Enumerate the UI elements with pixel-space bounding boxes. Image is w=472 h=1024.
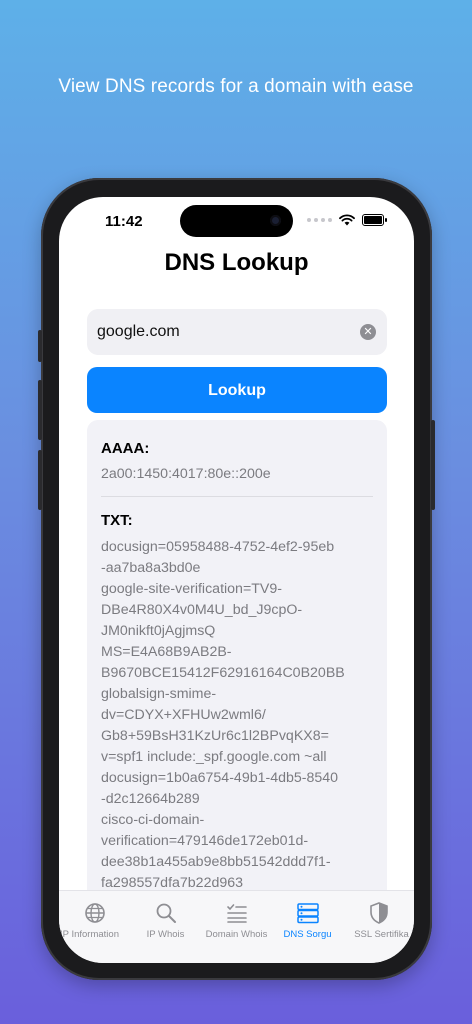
search-field[interactable]: ✕ [87, 309, 387, 355]
dynamic-island [180, 205, 293, 237]
tab-ssl-sertifika[interactable]: SSL Sertifika [343, 891, 414, 951]
tab-label: Domain Whois [205, 929, 268, 940]
txt-line: docusign=1b0a6754-49b1-4db5-8540 [101, 770, 339, 786]
txt-line: docusign=05958488-4752-4ef2-95eb [101, 539, 335, 555]
app-screen: 11:42 DNS Lookup ✕ Lookup AAAA: 2a00:145… [59, 197, 414, 963]
txt-line: Gb8+59BsH31KzUr6c1l2BPvqKX8= [101, 728, 329, 744]
txt-line: cisco-ci-domain- [101, 812, 205, 828]
tab-label: SSL Sertifika [354, 929, 409, 940]
battery-icon [362, 214, 387, 226]
txt-line: dv=CDYX+XFHUw2wml6/ [101, 707, 266, 723]
phone-side-button [38, 450, 42, 510]
txt-line: verification=479146de172eb01d- [101, 833, 309, 849]
status-icons [307, 214, 387, 226]
tab-dns-sorgu[interactable]: DNS Sorgu [272, 891, 343, 951]
txt-line: MS=E4A68B9AB2B- [101, 644, 232, 660]
domain-input[interactable] [97, 309, 347, 355]
record-label-txt: TXT: [101, 512, 133, 529]
tab-label: DNS Sorgu [283, 929, 332, 940]
magnifier-icon [156, 903, 176, 923]
page-title: DNS Lookup [164, 249, 309, 276]
txt-line: DBe4R80X4v0M4U_bd_J9cpO- [101, 602, 303, 618]
record-value-aaaa: 2a00:1450:4017:80e::200e [101, 466, 271, 482]
globe-icon [84, 903, 105, 923]
txt-line: -d2c12664b289 [101, 791, 200, 807]
tab-label: IP Information [60, 929, 119, 940]
phone-side-button [431, 420, 435, 510]
camera-icon [270, 215, 281, 226]
server-icon [296, 903, 319, 924]
record-value-txt: docusign=05958488-4752-4ef2-95eb -aa7ba8… [101, 537, 373, 890]
txt-line: dee38b1a455ab9e8bb51542ddd7f1- [101, 854, 331, 870]
phone-side-button [38, 330, 42, 362]
lookup-button[interactable]: Lookup [87, 367, 387, 413]
txt-line: JM0nikft0jAgjmsQ [101, 623, 216, 639]
txt-line: -aa7ba8a3bd0e [101, 560, 201, 576]
tab-domain-whois[interactable]: Domain Whois [201, 891, 272, 951]
wifi-icon [339, 214, 355, 226]
checklist-icon [226, 904, 247, 923]
tab-bar: IP Information IP Whois Domain Whois DNS… [59, 890, 414, 963]
tab-ip-whois[interactable]: IP Whois [130, 891, 201, 951]
txt-line: google-site-verification=TV9- [101, 581, 282, 597]
record-divider [101, 496, 373, 497]
clear-icon[interactable]: ✕ [360, 324, 376, 340]
tab-label: IP Whois [146, 929, 185, 940]
headline: View DNS records for a domain with ease [58, 76, 414, 97]
shield-icon [369, 902, 388, 924]
status-time: 11:42 [105, 213, 143, 230]
signal-dots-icon [307, 218, 332, 222]
tab-ip-information[interactable]: IP Information [59, 891, 130, 951]
phone-side-button [38, 380, 42, 440]
record-label-aaaa: AAAA: [101, 440, 150, 457]
txt-line: globalsign-smime- [101, 686, 217, 702]
txt-line: fa298557dfa7b22d963 [101, 875, 244, 890]
txt-line: B9670BCE15412F62916164C0B20BB [101, 665, 345, 681]
txt-line: v=spf1 include:_spf.google.com ~all [101, 749, 327, 765]
results-panel: AAAA: 2a00:1450:4017:80e::200e TXT: docu… [87, 420, 387, 890]
